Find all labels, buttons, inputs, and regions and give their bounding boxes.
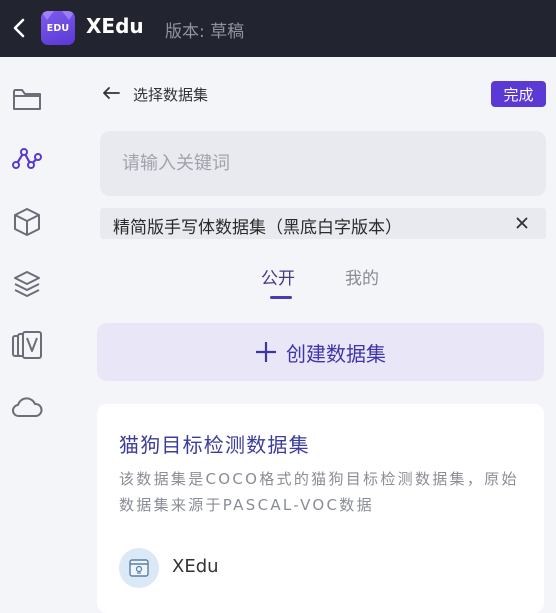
- chevron-left-icon: [13, 18, 25, 38]
- version-label: 版本: 草稿: [165, 22, 245, 42]
- create-dataset-label: 创建数据集: [286, 341, 386, 366]
- plus-icon: [256, 342, 276, 362]
- create-dataset-button[interactable]: 创建数据集: [97, 323, 544, 381]
- logo-text: EDU: [46, 23, 70, 34]
- remove-selection-button[interactable]: [512, 211, 532, 235]
- arrow-left-icon: [103, 87, 120, 99]
- selected-dataset-label: 精简版手写体数据集（黑底白字版本）: [113, 218, 402, 238]
- back-button[interactable]: [8, 14, 30, 42]
- panel-title: 选择数据集: [133, 86, 209, 104]
- sidebar-item-cards[interactable]: [11, 329, 43, 361]
- sidebar-item-pipeline[interactable]: [11, 144, 43, 176]
- dataset-description: 该数据集是COCO格式的猫狗目标检测数据集，原始数据集来源于PASCAL-VOC…: [119, 470, 519, 514]
- sidebar-item-files[interactable]: [11, 83, 43, 115]
- close-icon: [516, 217, 528, 229]
- robot-window-icon: [129, 559, 149, 577]
- dataset-title: 猫狗目标检测数据集: [119, 433, 310, 457]
- dataset-card[interactable]: 猫狗目标检测数据集 该数据集是COCO格式的猫狗目标检测数据集，原始数据集来源于…: [97, 404, 544, 613]
- sidebar-item-cloud[interactable]: [11, 391, 43, 423]
- dataset-owner: XEdu: [172, 556, 219, 577]
- app-logo: EDU: [41, 11, 75, 45]
- cloud-icon: [12, 397, 43, 417]
- sidebar-item-models[interactable]: [11, 206, 43, 238]
- app-title: XEdu: [86, 14, 144, 38]
- folder-icon: [13, 89, 41, 110]
- sidebar-item-layers[interactable]: [11, 268, 43, 300]
- active-tab-indicator: [270, 296, 292, 299]
- selected-dataset-chip: 精简版手写体数据集（黑底白字版本）: [100, 208, 546, 239]
- model-cards-icon: [12, 331, 42, 359]
- avatar: [119, 548, 159, 588]
- cube-icon: [14, 208, 40, 236]
- graph-nodes-icon: [12, 148, 42, 169]
- top-bar: EDU XEdu 版本: 草稿: [0, 0, 556, 57]
- layers-icon: [14, 271, 40, 297]
- left-sidebar: [0, 57, 54, 613]
- done-button[interactable]: 完成: [491, 81, 546, 107]
- panel-back-button[interactable]: [100, 82, 122, 104]
- search-input[interactable]: [100, 131, 546, 196]
- tab-mine[interactable]: 我的: [345, 264, 379, 289]
- tab-public[interactable]: 公开: [261, 264, 295, 289]
